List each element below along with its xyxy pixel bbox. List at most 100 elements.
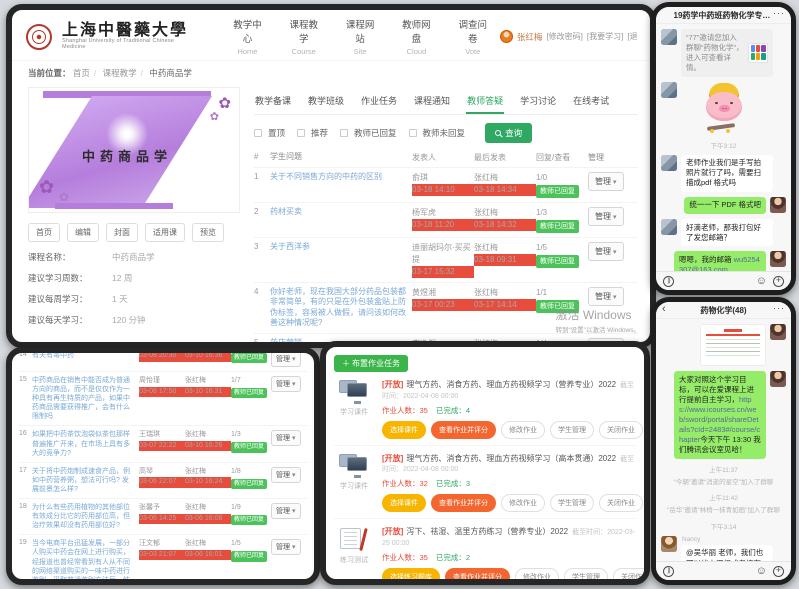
replied-badge: 教师已回复 (536, 300, 579, 313)
question-link[interactable]: 如果把中药茶饮泡袋似茶包那样普遍推广开来，在市场上具有多大的竞争力? (32, 430, 139, 457)
message-list: “77”邀请您加入群聊“药物化学”，进入可查看详情。 下午3:12 老师作业我们… (656, 24, 791, 271)
manage-button[interactable]: 管理 (271, 467, 301, 483)
sender-name: Nancy (682, 536, 773, 543)
edit-task-button[interactable]: 修改作业 (515, 568, 559, 585)
tab-assignments[interactable]: 作业任务 (360, 91, 398, 114)
chat-title: 19药学中药班药物化学专业77 (674, 10, 774, 21)
change-password-link[interactable]: [修改密码] (546, 31, 582, 42)
tab-notice[interactable]: 课程通知 (413, 91, 451, 114)
emoji-icon[interactable] (756, 566, 767, 577)
question-link[interactable]: 关于西洋参 (270, 242, 412, 252)
pinned-label: 置顶 (268, 127, 285, 139)
review-grade-button[interactable]: 查看作业并评分 (431, 494, 496, 512)
question-link[interactable]: 你好老师，现在我国大部分药品包装都非常简单，有的只是在外包装盒贴上防伪标签，容易… (270, 287, 412, 329)
manage-button[interactable]: 管理 (588, 207, 624, 226)
nav-item-cloud[interactable]: 教师网盘Cloud (399, 17, 433, 56)
user-avatar (500, 30, 513, 43)
question-link[interactable]: 有关有毒中药 (32, 351, 139, 360)
tab-online-exam[interactable]: 在线考试 (572, 91, 610, 114)
search-button[interactable]: 查询 (485, 123, 532, 143)
voice-icon[interactable] (663, 276, 674, 287)
assignee-count: 作业人数：35 (382, 406, 428, 415)
manage-button[interactable]: 管理 (271, 351, 301, 367)
manage-button[interactable]: 管理 (271, 503, 301, 519)
close-task-button[interactable]: 关闭作业 (599, 421, 643, 439)
course-banner-image: ✿ ✿ 中药商品学 ✿ ✿ (28, 87, 240, 213)
cover-button[interactable]: 封面 (106, 223, 138, 242)
back-icon[interactable] (662, 303, 666, 315)
student-manage-button[interactable]: 学生管理 (550, 421, 594, 439)
done-count: 已完成：2 (436, 553, 470, 562)
emoji-icon[interactable] (756, 276, 767, 287)
courseware-icon (339, 380, 369, 404)
nav-item-course[interactable]: 课程教学Course (287, 17, 321, 56)
chevron-down-icon (611, 247, 617, 256)
tab-discussion[interactable]: 学习讨论 (519, 91, 557, 114)
edit-button[interactable]: 编辑 (67, 223, 99, 242)
pig-sticker[interactable] (701, 83, 747, 135)
edit-task-button[interactable]: 修改作业 (501, 494, 545, 512)
tab-class[interactable]: 教学班级 (307, 91, 345, 114)
manage-button[interactable]: 管理 (588, 172, 624, 191)
select-question-bank-button[interactable]: 选择练习题库 (382, 568, 440, 585)
manage-button[interactable]: 管理 (271, 430, 301, 446)
course-name-label: 课程名称： (28, 251, 112, 263)
breadcrumb-course[interactable]: 课程教学 (103, 68, 137, 78)
tab-prep[interactable]: 教学备课 (254, 91, 292, 114)
plus-icon[interactable] (773, 566, 784, 577)
message-list: 大家对照这个学习目标，可以在爱课程上进行提前自主学习，https://www.i… (656, 319, 791, 561)
manage-button[interactable]: 管理 (271, 539, 301, 555)
message-bubble: 老师作业我们是手写拍照片就行了吗，需要扫描成pdf 格式吗 (681, 155, 773, 192)
nav-item-vote[interactable]: 调查问卷Vote (456, 17, 490, 56)
shared-document-image[interactable] (700, 324, 766, 366)
task-title: 理气方药、消食方药、理血方药视频学习（高本贯通）2022 (406, 454, 616, 463)
manage-button[interactable]: 管理 (588, 242, 624, 261)
chat-input-bar (656, 561, 791, 580)
tab-teacher-qa[interactable]: 教师答疑 (466, 91, 504, 114)
pinned-checkbox[interactable] (254, 129, 262, 137)
more-menu-icon[interactable] (773, 303, 785, 313)
nav-item-site[interactable]: 课程网站Site (343, 17, 377, 56)
home-button[interactable]: 首页 (28, 223, 60, 242)
question-link[interactable]: 当今电商平台迅猛发展，一部分人购买中药会在网上进行购买，经报道也曾经常看到有人从… (32, 539, 139, 585)
more-menu-icon[interactable] (773, 8, 785, 18)
close-task-button[interactable]: 关闭作业 (599, 494, 643, 512)
question-link[interactable]: 关于不同销售方向的中药的区别 (270, 172, 412, 182)
review-grade-button[interactable]: 查看作业并评分 (431, 421, 496, 439)
breadcrumb-home[interactable]: 首页 (73, 68, 90, 78)
delete-task-button[interactable]: 删除作业 (648, 494, 650, 512)
student-manage-button[interactable]: 学生管理 (550, 494, 594, 512)
unreplied-checkbox[interactable] (409, 129, 417, 137)
question-link[interactable]: 药材买卖 (270, 207, 412, 217)
delete-task-button[interactable]: 删除作业 (648, 421, 650, 439)
forum-table: 14 有关有毒中药 03-08 20:30 03-10 16:36 教师已回复 … (12, 347, 314, 585)
recommended-checkbox[interactable] (297, 129, 305, 137)
nav-item-home[interactable]: 教学中心Home (230, 17, 264, 56)
replied-checkbox[interactable] (340, 129, 348, 137)
preview-button[interactable]: 预览 (192, 223, 224, 242)
flower-icon: ✿ (210, 110, 219, 123)
logout-link[interactable]: [退出] (627, 31, 638, 42)
applicable-class-button[interactable]: 适用课 (145, 223, 185, 242)
replied-badge: 教师已回复 (536, 220, 579, 233)
timestamp: 上午11:42 (661, 492, 786, 502)
select-courseware-button[interactable]: 选择课件 (382, 421, 426, 439)
question-link[interactable]: 关于将中药炮制成速食产品，例如中药营养粥，想法可行吗? 发展前景怎么样? (32, 467, 139, 494)
manage-button[interactable]: 管理 (271, 376, 301, 392)
question-link[interactable]: 中药商品在销售中能否成为普通方向的商品，而不是仅仅作为一种具有再生特质的产品，如… (32, 376, 139, 421)
assign-task-button[interactable]: 布置作业任务 (334, 355, 408, 372)
edit-task-button[interactable]: 修改作业 (501, 421, 545, 439)
chat-message (661, 324, 786, 366)
student-manage-button[interactable]: 学生管理 (564, 568, 608, 585)
question-link[interactable]: 为什么有些药用植物的其他部位有效成分比它的药用部位高，但治疗效果却没有药用部位好… (32, 503, 139, 530)
manage-button[interactable]: 管理 (588, 287, 624, 306)
table-row: 18 为什么有些药用植物的其他部位有效成分比它的药用部位高，但治疗效果却没有药用… (19, 499, 307, 535)
plus-icon[interactable] (773, 276, 784, 287)
replied-badge: 教师已回复 (231, 551, 267, 561)
study-link[interactable]: [我要学习] (587, 31, 623, 42)
close-task-button[interactable]: 关闭作业 (613, 568, 650, 585)
voice-icon[interactable] (663, 566, 674, 577)
review-grade-button[interactable]: 查看作业并评分 (445, 568, 510, 585)
group-invite-quote[interactable]: “77”邀请您加入群聊“药物化学”，进入可查看详情。 (681, 29, 773, 77)
select-courseware-button[interactable]: 选择课件 (382, 494, 426, 512)
